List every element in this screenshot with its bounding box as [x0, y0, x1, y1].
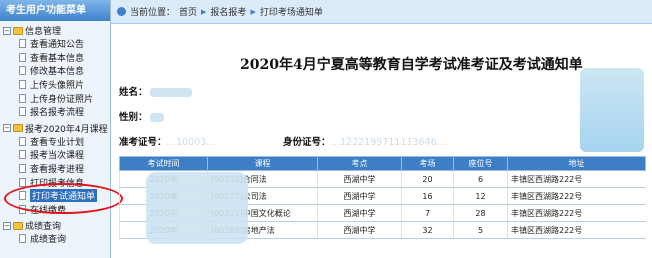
- gender-field: 性别：: [119, 109, 164, 123]
- breadcrumb-separator-icon: ▶: [250, 7, 256, 16]
- app-root: 考生用户功能菜单 − 信息管理 查看通知公告 查看基本信息 修改基本信息 上传头…: [0, 0, 652, 258]
- sidebar-item-upload-id[interactable]: 上传身份证照片: [0, 91, 110, 105]
- candidate-photo: [580, 68, 644, 152]
- cell-seat: 28: [453, 204, 508, 222]
- id-field: 身份证号：…1222199711113646…: [283, 134, 446, 148]
- sidebar-item-plan[interactable]: 查看专业计划: [0, 135, 110, 149]
- page-title: 2020年4月宁夏高等教育自学考试准考证及考试通知单: [240, 57, 583, 73]
- page-icon: [19, 234, 26, 244]
- name-label: 姓名：: [119, 87, 148, 98]
- sidebar-header: 考生用户功能菜单: [0, 0, 110, 21]
- page-icon: [19, 80, 26, 90]
- page-icon: [19, 150, 26, 160]
- page-icon: [19, 66, 26, 76]
- cell-address: 丰镇区西湖路222号: [507, 170, 646, 188]
- cell-address: 丰镇区西湖路222号: [507, 221, 646, 239]
- header-course: 课程: [207, 156, 318, 171]
- cell-seat: 6: [453, 170, 508, 188]
- ticket-value: …10003…: [166, 137, 216, 148]
- sidebar-group-info[interactable]: − 信息管理: [0, 24, 110, 37]
- page-icon: [19, 177, 26, 187]
- collapse-icon[interactable]: −: [3, 221, 11, 230]
- header-address: 地址: [507, 156, 646, 171]
- folder-icon: [13, 221, 23, 230]
- name-redacted: [149, 88, 192, 97]
- sidebar-item-notices[interactable]: 查看通知公告: [0, 37, 110, 51]
- header-site: 考点: [317, 156, 402, 171]
- breadcrumb-separator-icon: ▶: [201, 7, 207, 16]
- cell-address: 丰镇区西湖路222号: [507, 187, 646, 205]
- location-label: 当前位置：: [130, 8, 176, 18]
- cell-address: 丰镇区西湖路222号: [507, 204, 646, 222]
- sidebar-item-register[interactable]: 报考当次课程: [0, 148, 110, 162]
- table-header-row: 考试时间 课程 考点 考场 座位号 地址: [119, 156, 646, 171]
- sidebar-item-score-query[interactable]: 成绩查询: [0, 232, 110, 246]
- sidebar-item-view-info[interactable]: 查看基本信息: [0, 51, 110, 65]
- cell-site: 西湖中学: [317, 170, 402, 188]
- sidebar-group-exam[interactable]: − 报考2020年4月课程: [0, 122, 110, 135]
- breadcrumb-home[interactable]: 首页: [179, 5, 197, 18]
- cell-room: 32: [401, 221, 454, 239]
- page-icon: [19, 136, 26, 146]
- sidebar-item-upload-avatar[interactable]: 上传头像照片: [0, 78, 110, 92]
- header-time: 考试时间: [119, 156, 208, 171]
- page-icon: [19, 107, 26, 117]
- cell-site: 西湖中学: [317, 187, 402, 205]
- header-seat: 座位号: [453, 156, 508, 171]
- sidebar-group-label: 成绩查询: [25, 222, 62, 233]
- cell-site: 西湖中学: [317, 221, 402, 239]
- gender-redacted: [149, 113, 164, 122]
- ticket-field: 准考证号：…10003…: [119, 134, 216, 148]
- breadcrumb-registration[interactable]: 报名报考: [210, 5, 246, 18]
- sidebar-item-process[interactable]: 报名报考流程: [0, 105, 110, 119]
- gender-label: 性别：: [119, 112, 148, 123]
- cell-seat: 12: [453, 187, 508, 205]
- collapse-icon[interactable]: −: [3, 26, 11, 35]
- sidebar-group-label: 信息管理: [25, 27, 62, 37]
- collapse-icon[interactable]: −: [3, 124, 11, 133]
- cell-site: 西湖中学: [317, 204, 402, 222]
- folder-icon: [13, 26, 23, 35]
- breadcrumb: 当前位置： 首页 ▶ 报名报考 ▶ 打印考场通知单: [111, 0, 652, 24]
- cell-seat: 5: [453, 221, 508, 239]
- breadcrumb-current: 打印考场通知单: [259, 8, 323, 18]
- cell-room: 7: [401, 204, 454, 222]
- id-value: …1222199711113646…: [330, 137, 447, 148]
- sidebar-item-progress[interactable]: 查看报考进程: [0, 162, 110, 176]
- page-icon: [19, 93, 26, 103]
- redacted-time-area: [146, 172, 248, 244]
- page-icon: [19, 164, 26, 174]
- sidebar-group-label: 报考2020年4月课程: [25, 124, 108, 135]
- ticket-label: 准考证号：: [119, 137, 167, 148]
- header-room: 考场: [401, 156, 454, 171]
- cell-room: 16: [401, 187, 454, 205]
- sidebar-item-edit-info[interactable]: 修改基本信息: [0, 64, 110, 78]
- sidebar-menu: 考生用户功能菜单 − 信息管理 查看通知公告 查看基本信息 修改基本信息 上传头…: [0, 0, 111, 258]
- sidebar-group-scores[interactable]: − 成绩查询: [0, 219, 110, 232]
- cell-room: 20: [401, 170, 454, 188]
- id-label: 身份证号：: [283, 137, 331, 148]
- page-icon: [19, 39, 26, 49]
- folder-icon: [13, 124, 23, 133]
- highlight-circle-annotation: [4, 183, 123, 214]
- home-icon: [117, 7, 126, 16]
- name-field: 姓名：: [119, 84, 192, 98]
- page-icon: [19, 52, 26, 62]
